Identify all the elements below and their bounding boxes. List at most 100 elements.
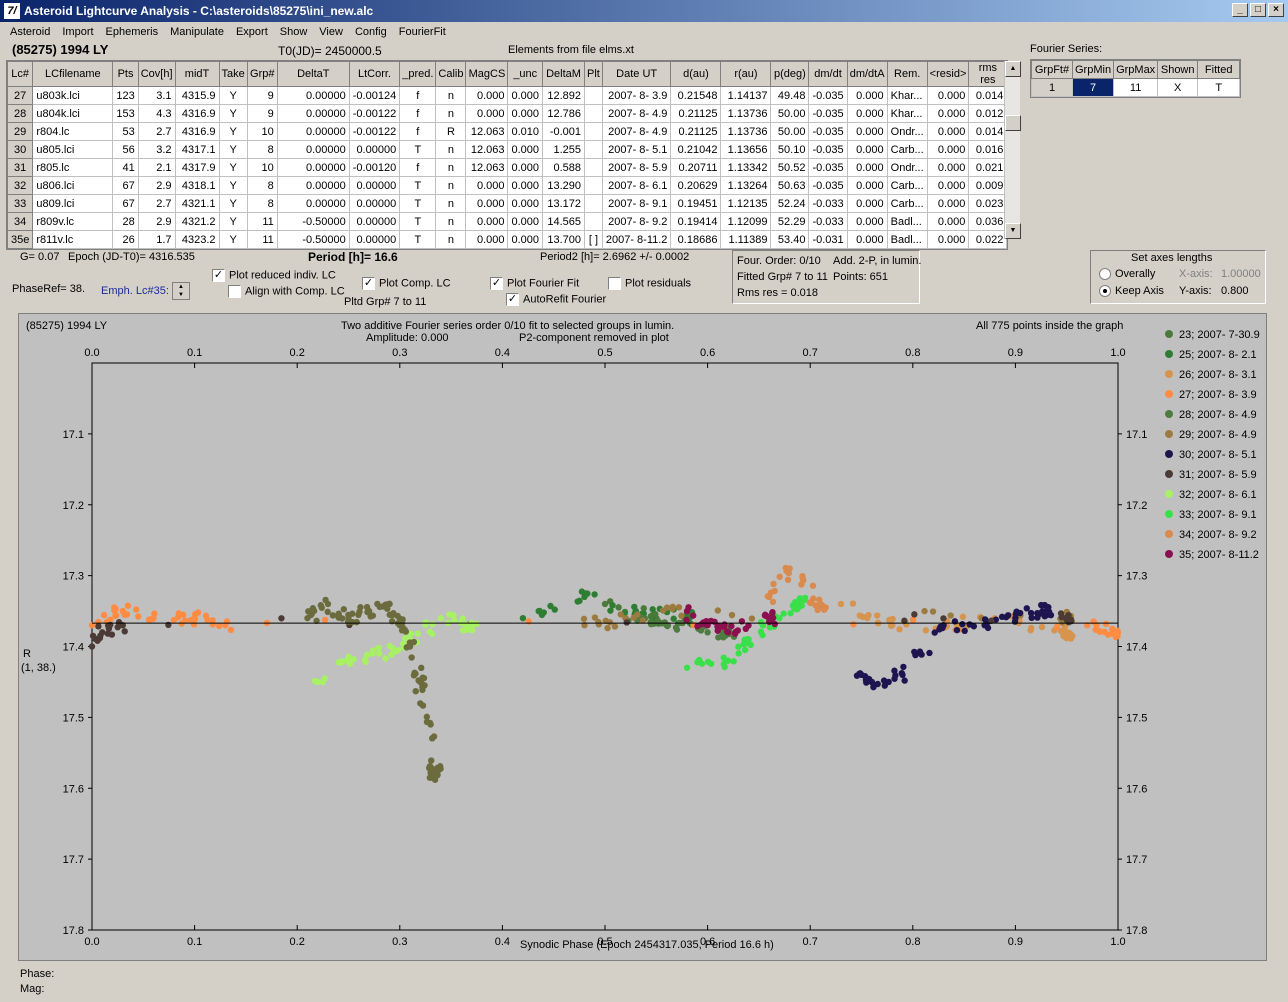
- table-cell[interactable]: 0.000: [507, 158, 544, 177]
- table-cell[interactable]: r811v.lc: [32, 230, 114, 249]
- table-cell[interactable]: 0.00000: [348, 176, 401, 195]
- table-cell[interactable]: T: [399, 140, 437, 159]
- table-cell[interactable]: 12.786: [542, 104, 586, 123]
- table-cell[interactable]: 0.000: [465, 176, 509, 195]
- table-cell[interactable]: 26: [112, 230, 139, 249]
- lightcurve-chart[interactable]: 0.00.00.10.10.20.20.30.30.40.40.50.50.60…: [19, 314, 1268, 962]
- column-header[interactable]: dm/dt: [808, 61, 848, 87]
- table-cell[interactable]: 3.2: [137, 140, 176, 159]
- table-cell[interactable]: 0.000: [507, 194, 544, 213]
- table-cell[interactable]: T: [399, 194, 437, 213]
- menu-manipulate[interactable]: Manipulate: [164, 26, 230, 38]
- table-cell[interactable]: 2007- 8-11.2: [601, 230, 672, 249]
- table-cell[interactable]: 1.7: [137, 230, 176, 249]
- menu-show[interactable]: Show: [274, 26, 314, 38]
- column-header[interactable]: Take: [218, 61, 248, 87]
- table-cell[interactable]: 10: [246, 158, 278, 177]
- plot-resid-checkbox[interactable]: Plot residuals: [608, 277, 691, 290]
- autorefit-checkbox[interactable]: ✓ AutoRefit Fourier: [506, 293, 606, 306]
- table-cell[interactable]: Y: [218, 176, 248, 195]
- fourier-cell[interactable]: T: [1197, 78, 1241, 97]
- table-cell[interactable]: 0.00000: [348, 194, 401, 213]
- table-cell[interactable]: 0.588: [542, 158, 586, 177]
- table-cell[interactable]: -0.00124: [348, 86, 401, 105]
- table-cell[interactable]: 0.21125: [670, 122, 722, 141]
- column-header[interactable]: MagCS: [465, 61, 509, 87]
- row-header[interactable]: 33: [6, 194, 34, 213]
- table-cell[interactable]: 0.000: [846, 104, 888, 123]
- table-cell[interactable]: 4321.2: [174, 212, 220, 231]
- column-header[interactable]: dm/dtA: [846, 61, 888, 87]
- table-cell[interactable]: Carb...: [886, 176, 928, 195]
- row-header[interactable]: 35e: [6, 230, 34, 249]
- table-cell[interactable]: 0.000: [507, 176, 544, 195]
- fourier-table[interactable]: GrpFt# GrpMin GrpMax Shown Fitted 1 7 11…: [1030, 59, 1242, 98]
- table-cell[interactable]: u805.lci: [32, 140, 114, 159]
- table-cell[interactable]: 0.18686: [670, 230, 722, 249]
- table-cell[interactable]: 0.21042: [670, 140, 722, 159]
- column-header[interactable]: <resid>: [926, 61, 970, 87]
- table-cell[interactable]: f: [399, 86, 437, 105]
- table-cell[interactable]: -0.50000: [276, 230, 350, 249]
- table-cell[interactable]: -0.001: [542, 122, 586, 141]
- table-cell[interactable]: 41: [112, 158, 139, 177]
- keep-axis-radio[interactable]: Keep Axis: [1099, 285, 1164, 298]
- table-cell[interactable]: 0.000: [846, 176, 888, 195]
- table-cell[interactable]: [584, 194, 603, 213]
- table-cell[interactable]: 0.000: [465, 86, 509, 105]
- table-cell[interactable]: Y: [218, 140, 248, 159]
- menu-config[interactable]: Config: [349, 26, 393, 38]
- table-cell[interactable]: [584, 86, 603, 105]
- table-cell[interactable]: 1.255: [542, 140, 586, 159]
- column-header[interactable]: rms res: [968, 61, 1008, 87]
- table-cell[interactable]: 3.1: [137, 86, 176, 105]
- table-cell[interactable]: 12.063: [465, 122, 509, 141]
- table-cell[interactable]: 8: [246, 176, 278, 195]
- table-cell[interactable]: 0.000: [846, 230, 888, 249]
- table-cell[interactable]: [584, 212, 603, 231]
- table-cell[interactable]: r804.lc: [32, 122, 114, 141]
- table-cell[interactable]: 0.000: [507, 230, 544, 249]
- table-cell[interactable]: [584, 104, 603, 123]
- table-cell[interactable]: 0.000: [846, 212, 888, 231]
- table-cell[interactable]: 0.00000: [276, 194, 350, 213]
- table-cell[interactable]: 4.3: [137, 104, 176, 123]
- column-header[interactable]: Lc#: [6, 61, 34, 87]
- table-cell[interactable]: 2007- 8- 5.9: [601, 158, 672, 177]
- table-cell[interactable]: -0.035: [808, 176, 848, 195]
- table-cell[interactable]: 0.000: [846, 158, 888, 177]
- table-cell[interactable]: n: [435, 104, 467, 123]
- table-cell[interactable]: 0.000: [846, 140, 888, 159]
- scroll-up-icon[interactable]: ▲: [1005, 61, 1021, 77]
- plot-fourier-checkbox[interactable]: ✓ Plot Fourier Fit: [490, 277, 579, 290]
- row-header[interactable]: 30: [6, 140, 34, 159]
- scroll-down-icon[interactable]: ▼: [1005, 223, 1021, 239]
- table-cell[interactable]: Ondr...: [886, 158, 928, 177]
- table-cell[interactable]: 0.000: [507, 104, 544, 123]
- column-header[interactable]: DeltaM: [542, 61, 586, 87]
- table-cell[interactable]: -0.00122: [348, 122, 401, 141]
- table-cell[interactable]: 0.000: [926, 176, 970, 195]
- table-cell[interactable]: 8: [246, 194, 278, 213]
- maximize-button[interactable]: □: [1250, 3, 1266, 17]
- menu-fourierfit[interactable]: FourierFit: [393, 26, 452, 38]
- table-cell[interactable]: 28: [112, 212, 139, 231]
- lightcurve-plot-panel[interactable]: 0.0 0.0 0.1 0.1 0.2 0.2 0.3 0.3 0.4 0.4 0.5 0.5 0.6 0…: [18, 313, 1267, 961]
- column-header[interactable]: Date UT: [601, 61, 672, 87]
- table-cell[interactable]: -0.033: [808, 212, 848, 231]
- table-cell[interactable]: 13.172: [542, 194, 586, 213]
- table-cell[interactable]: 1.13656: [720, 140, 772, 159]
- table-cell[interactable]: -0.035: [808, 158, 848, 177]
- table-cell[interactable]: 4316.9: [174, 122, 220, 141]
- table-cell[interactable]: 67: [112, 176, 139, 195]
- table-cell[interactable]: 0.000: [465, 230, 509, 249]
- plot-reduced-checkbox[interactable]: ✓ Plot reduced indiv. LC: [212, 269, 336, 282]
- table-cell[interactable]: 0.00000: [276, 140, 350, 159]
- table-cell[interactable]: n: [435, 176, 467, 195]
- column-header[interactable]: r(au): [720, 61, 772, 87]
- fourier-cell-selected[interactable]: 7: [1071, 78, 1115, 97]
- lightcurve-table[interactable]: Lc# LCfilename Pts Cov[h] midT Take Grp# DeltaT…: [6, 60, 1009, 250]
- table-cell[interactable]: 0.000: [465, 212, 509, 231]
- table-cell[interactable]: 2.1: [137, 158, 176, 177]
- row-header[interactable]: 31: [6, 158, 34, 177]
